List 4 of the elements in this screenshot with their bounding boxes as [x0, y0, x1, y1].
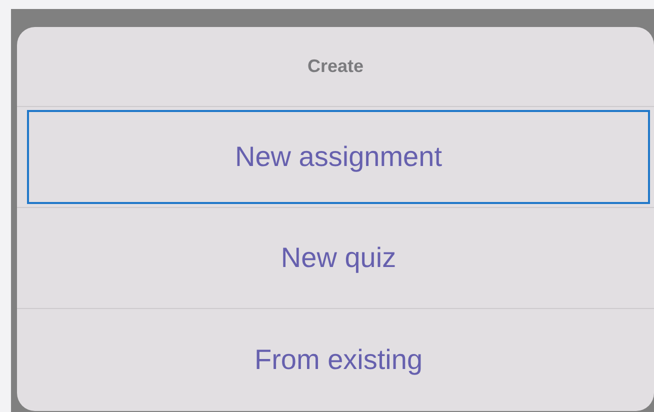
menu-option[interactable]: From existing [27, 312, 650, 407]
menu-option[interactable]: New assignment [27, 110, 650, 204]
sheet-title: Create [307, 56, 364, 77]
menu-option[interactable]: New quiz [27, 211, 650, 305]
